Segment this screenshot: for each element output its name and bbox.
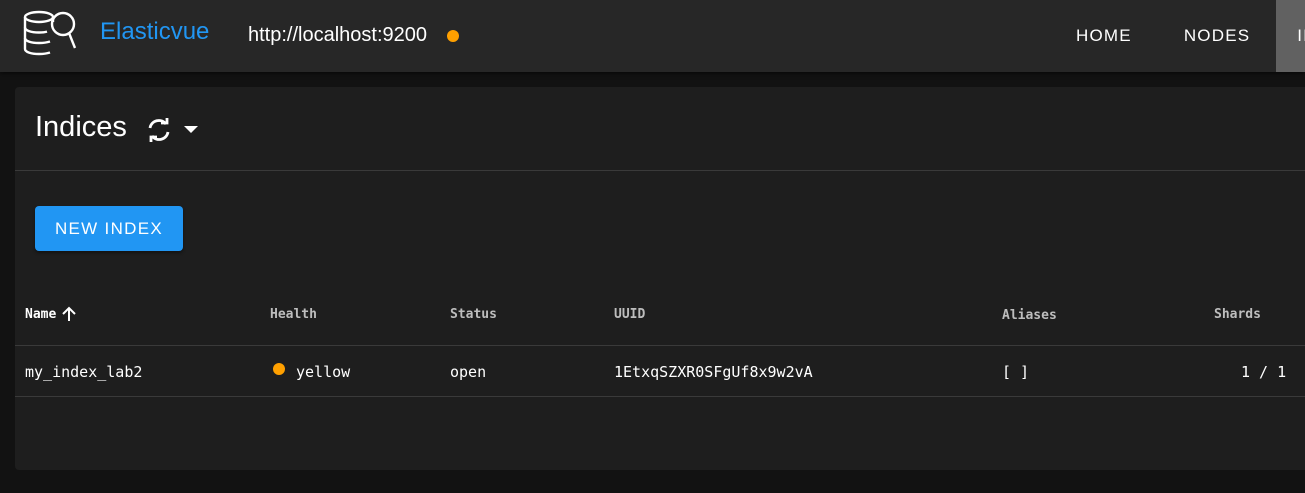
arrow-up-icon[interactable] [61, 306, 77, 322]
cell-status: open [450, 363, 487, 381]
cell-shards: 1 / 1 [1241, 363, 1287, 381]
table-header-divider [15, 345, 1305, 346]
table-row-divider [15, 396, 1305, 397]
nav-home[interactable]: HOME [1050, 0, 1158, 72]
header-divider [15, 170, 1305, 171]
cell-aliases: [ ] [1002, 363, 1030, 381]
new-index-button[interactable]: NEW INDEX [35, 206, 183, 251]
column-header-name[interactable]: Name [25, 307, 56, 322]
elasticvue-logo-icon[interactable] [21, 6, 79, 62]
nav-indices[interactable]: IND [1276, 0, 1305, 72]
cell-uuid: 1EtxqSZXR0SFgUf8x9w2vA [614, 363, 813, 381]
nav-nodes[interactable]: NODES [1158, 0, 1276, 72]
column-header-uuid[interactable]: UUID [614, 307, 645, 322]
cell-index-name[interactable]: my_index_lab2 [25, 363, 142, 381]
cell-health: yellow [296, 363, 351, 381]
column-header-status[interactable]: Status [450, 307, 497, 322]
column-header-health[interactable]: Health [270, 307, 317, 322]
column-header-shards[interactable]: Shards [1214, 307, 1261, 322]
health-status-dot [273, 363, 285, 375]
indices-card: Indices NEW INDEX Name Health Status UUI… [15, 87, 1305, 470]
app-brand[interactable]: Elasticvue [100, 18, 209, 46]
caret-down-icon[interactable] [184, 126, 198, 133]
cluster-url[interactable]: http://localhost:9200 [248, 24, 427, 47]
app-bar: Elasticvue http://localhost:9200 HOME NO… [0, 0, 1305, 72]
refresh-icon[interactable] [145, 116, 173, 144]
cluster-status-dot [447, 30, 459, 42]
page-title: Indices [35, 111, 127, 143]
column-header-aliases[interactable]: Aliases [1002, 308, 1057, 323]
main-nav: HOME NODES IND [1050, 0, 1305, 72]
